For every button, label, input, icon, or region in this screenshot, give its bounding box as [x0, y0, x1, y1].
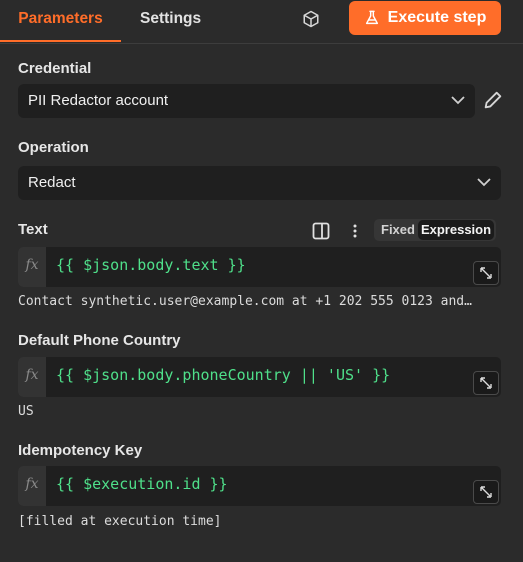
expand-icon: [480, 377, 492, 389]
phone-country-expression: {{ $json.body.phoneCountry || 'US' }}: [56, 366, 391, 384]
cube-icon[interactable]: [302, 10, 320, 28]
operation-label: Operation: [18, 139, 89, 156]
expand-icon: [480, 267, 492, 279]
mode-fixed[interactable]: Fixed: [381, 222, 415, 237]
tab-settings[interactable]: Settings: [140, 0, 201, 42]
text-expression-field[interactable]: fx {{ $json.body.text }}: [18, 247, 501, 287]
credential-label: Credential: [18, 60, 92, 77]
expand-icon: [480, 486, 492, 498]
idempotency-expression-field[interactable]: fx {{ $execution.id }}: [18, 466, 501, 506]
credential-value: PII Redactor account: [28, 92, 169, 109]
flask-icon: [365, 10, 378, 25]
fixed-expression-toggle: Fixed Expression: [374, 219, 496, 241]
execute-step-label: Execute step: [387, 9, 487, 26]
text-expression: {{ $json.body.text }}: [56, 256, 246, 274]
text-result: Contact synthetic.user@example.com at +1…: [18, 294, 472, 309]
tab-parameters[interactable]: Parameters: [0, 0, 121, 42]
idempotency-label: Idempotency Key: [18, 442, 143, 459]
phone-country-label: Default Phone Country: [18, 332, 181, 349]
phone-country-expression-field[interactable]: fx {{ $json.body.phoneCountry || 'US' }}: [18, 357, 501, 397]
chevron-down-icon: [477, 178, 491, 187]
pencil-icon[interactable]: [482, 89, 504, 111]
tab-bar: Parameters Settings Execute step: [0, 0, 523, 44]
idempotency-result: [filled at execution time]: [18, 514, 222, 529]
execute-step-button[interactable]: Execute step: [349, 1, 501, 35]
operation-value: Redact: [28, 174, 76, 191]
panel-icon[interactable]: [312, 222, 330, 240]
credential-select[interactable]: PII Redactor account: [18, 84, 475, 118]
expand-button[interactable]: [473, 371, 499, 395]
operation-select[interactable]: Redact: [18, 166, 501, 200]
phone-country-result: US: [18, 404, 34, 419]
expand-button[interactable]: [473, 480, 499, 504]
expand-button[interactable]: [473, 261, 499, 285]
mode-expression[interactable]: Expression: [418, 220, 494, 240]
more-vertical-icon[interactable]: [346, 222, 364, 240]
chevron-down-icon: [451, 96, 465, 105]
fx-label: fx: [18, 466, 46, 506]
text-label: Text: [18, 221, 48, 238]
fx-label: fx: [18, 247, 46, 287]
idempotency-expression: {{ $execution.id }}: [56, 475, 228, 493]
fx-label: fx: [18, 357, 46, 397]
